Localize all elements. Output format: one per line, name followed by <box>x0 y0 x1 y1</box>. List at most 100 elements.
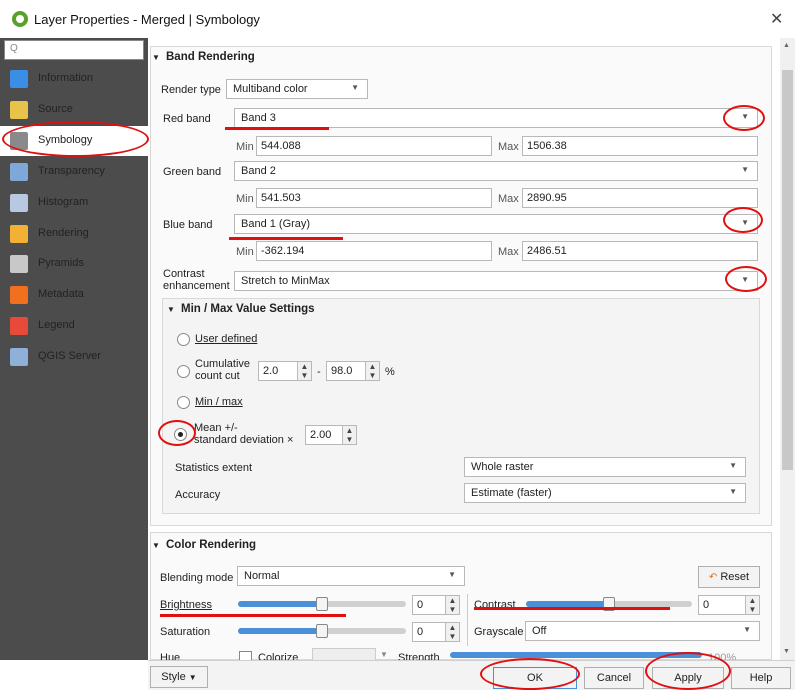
cumulative-cut-label: Cumulative count cut <box>195 358 251 382</box>
saturation-slider-fill <box>238 628 322 634</box>
blue-band-label: Blue band <box>163 219 213 231</box>
sidebar-item-label: Transparency <box>38 165 105 177</box>
blue-min-label: Min <box>236 246 254 258</box>
qgis-logo-icon <box>12 11 28 27</box>
sidebar-item-metadata[interactable]: Metadata <box>0 280 148 310</box>
blending-mode-label: Blending mode <box>160 572 234 584</box>
rendering-icon <box>10 225 28 243</box>
histogram-icon <box>10 194 28 212</box>
render-type-select[interactable]: Multiband color ▼ <box>226 79 368 99</box>
sidebar-search-input[interactable]: Q <box>4 40 144 60</box>
cancel-button[interactable]: Cancel <box>584 667 644 689</box>
annotation-underline-red-band <box>225 127 329 130</box>
search-icon: Q <box>10 43 18 54</box>
divider <box>467 594 468 646</box>
sidebar-item-legend[interactable]: Legend <box>0 311 148 341</box>
legend-icon <box>10 317 28 335</box>
chevron-down-icon[interactable]: ▼ <box>380 650 388 659</box>
red-max-label: Max <box>498 141 519 153</box>
reset-icon: ↶ <box>708 572 718 583</box>
pyramids-icon <box>10 255 28 273</box>
metadata-icon <box>10 286 28 304</box>
brightness-slider-fill <box>238 601 322 607</box>
green-max-label: Max <box>498 193 519 205</box>
grayscale-label: Grayscale <box>474 626 524 638</box>
statistics-extent-select[interactable]: Whole raster ▼ <box>464 457 746 477</box>
spin-arrows-icon[interactable]: ▲ ▼ <box>445 596 459 614</box>
sidebar-item-label: Source <box>38 103 73 115</box>
red-min-label: Min <box>236 141 254 153</box>
minmax-header: Min / Max Value Settings <box>181 303 315 315</box>
green-min-label: Min <box>236 193 254 205</box>
grayscale-select[interactable]: Off ▼ <box>525 621 760 641</box>
annotation-circle-ok <box>480 658 580 690</box>
blue-min-field[interactable]: -362.194 <box>256 241 492 261</box>
reset-button[interactable]: ↶ Reset <box>698 566 760 588</box>
chevron-down-icon: ▼ <box>351 83 359 92</box>
red-max-field[interactable]: 1506.38 <box>522 136 758 156</box>
band-rendering-header: Band Rendering <box>166 51 255 63</box>
transparency-icon <box>10 163 28 181</box>
collapse-arrow-icon[interactable]: ▼ <box>152 541 160 550</box>
red-band-label: Red band <box>163 113 211 125</box>
color-rendering-header: Color Rendering <box>166 539 257 551</box>
close-icon[interactable]: ✕ <box>770 9 783 29</box>
brightness-label: Brightness <box>160 599 212 611</box>
blue-max-field[interactable]: 2486.51 <box>522 241 758 261</box>
chevron-down-icon: ▼ <box>743 625 751 634</box>
scrollbar-thumb[interactable] <box>782 70 793 470</box>
spin-arrows-icon[interactable]: ▲ ▼ <box>342 426 356 444</box>
help-button[interactable]: Help <box>731 667 791 689</box>
annotation-underline-contrast <box>474 607 670 610</box>
mean-stddev-label: Mean +/- standard deviation × <box>194 422 294 446</box>
render-type-label: Render type <box>161 84 221 96</box>
blue-band-select[interactable]: Band 1 (Gray) ▼ <box>234 214 758 234</box>
window-title: Layer Properties - Merged | Symbology <box>34 12 260 27</box>
accuracy-select[interactable]: Estimate (faster) ▼ <box>464 483 746 503</box>
statistics-extent-label: Statistics extent <box>175 462 253 474</box>
chevron-down-icon: ▼ <box>729 461 737 470</box>
user-defined-radio[interactable] <box>177 333 190 346</box>
chevron-down-icon: ▼ <box>729 487 737 496</box>
annotation-underline-blue-band <box>229 237 343 240</box>
annotation-underline-brightness <box>160 614 346 617</box>
min-max-radio[interactable] <box>177 396 190 409</box>
range-separator: - <box>317 366 321 378</box>
spin-arrows-icon[interactable]: ▲ ▼ <box>445 623 459 641</box>
scroll-down-icon[interactable]: ▼ <box>783 648 790 655</box>
red-min-field[interactable]: 544.088 <box>256 136 492 156</box>
collapse-arrow-icon[interactable]: ▼ <box>167 305 175 314</box>
sidebar-item-pyramids[interactable]: Pyramids <box>0 249 148 279</box>
annotation-circle-mean-radio <box>158 420 196 446</box>
green-band-label: Green band <box>163 166 222 178</box>
spin-arrows-icon[interactable]: ▲ ▼ <box>297 362 311 380</box>
spin-arrows-icon[interactable]: ▲ ▼ <box>365 362 379 380</box>
sidebar-item-information[interactable]: Information <box>0 64 148 94</box>
brightness-slider-thumb[interactable] <box>316 597 328 611</box>
minmax-group <box>162 298 760 514</box>
sidebar-item-label: Information <box>38 72 94 84</box>
sidebar-item-label: Legend <box>38 319 75 331</box>
contrast-enhancement-select[interactable]: Stretch to MinMax ▼ <box>234 271 758 291</box>
spin-arrows-icon[interactable]: ▲ ▼ <box>745 596 759 614</box>
user-defined-label: User defined <box>195 333 258 345</box>
sidebar-item-histogram[interactable]: Histogram <box>0 188 148 218</box>
blue-max-label: Max <box>498 246 519 258</box>
chevron-down-icon: ▼ <box>741 165 749 174</box>
red-band-select[interactable]: Band 3 ▼ <box>234 108 758 128</box>
annotation-circle-symbology <box>2 121 149 157</box>
saturation-slider-thumb[interactable] <box>316 624 328 638</box>
sidebar-item-transparency[interactable]: Transparency <box>0 157 148 187</box>
green-max-field[interactable]: 2890.95 <box>522 188 758 208</box>
green-band-select[interactable]: Band 2 ▼ <box>234 161 758 181</box>
percent-unit: % <box>385 366 395 378</box>
sidebar-item-qgis-server[interactable]: QGIS Server <box>0 342 148 372</box>
scroll-up-icon[interactable]: ▲ <box>783 42 790 49</box>
green-min-field[interactable]: 541.503 <box>256 188 492 208</box>
cumulative-cut-radio[interactable] <box>177 365 190 378</box>
sidebar-item-rendering[interactable]: Rendering <box>0 219 148 249</box>
style-menu-button[interactable]: Style ▼ <box>150 666 208 688</box>
annotation-circle-contrast-dropdown <box>725 266 767 292</box>
collapse-arrow-icon[interactable]: ▼ <box>152 53 160 62</box>
blending-mode-select[interactable]: Normal ▼ <box>237 566 465 586</box>
